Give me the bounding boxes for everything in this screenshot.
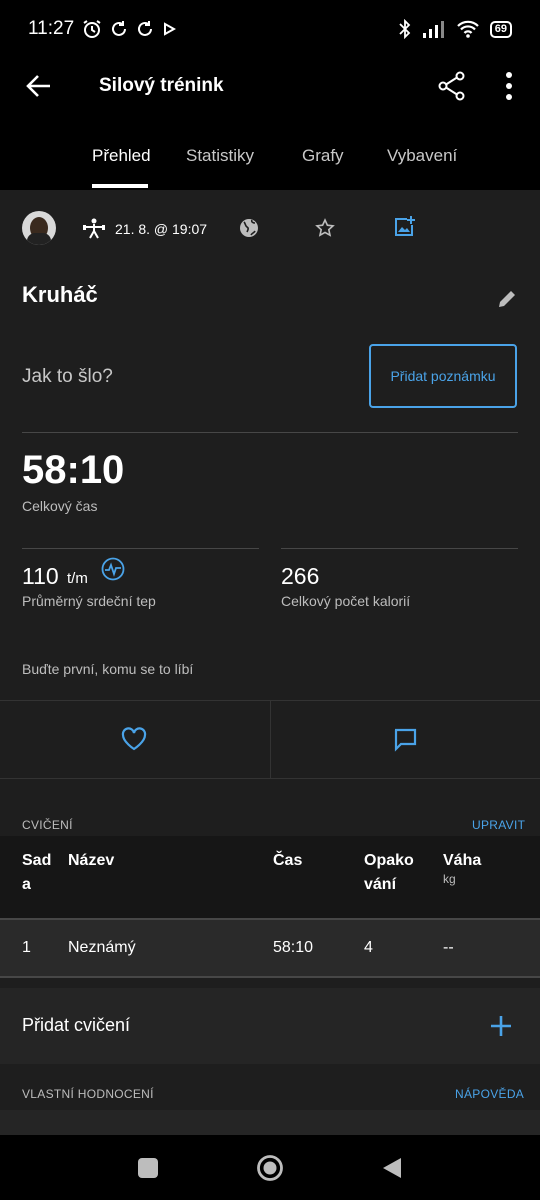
- battery-indicator: 69: [489, 20, 512, 38]
- status-bar: 11:27 69: [0, 0, 540, 58]
- plus-icon[interactable]: [490, 1015, 512, 1037]
- activity-date: 21. 8. @ 19:07: [115, 221, 208, 237]
- tab-bar: Přehled Statistiky Grafy Vybavení: [0, 114, 540, 190]
- comment-button[interactable]: [271, 701, 540, 778]
- total-time-value: 58:10: [22, 448, 125, 492]
- like-prompt: Buďte první, komu se to líbí: [22, 661, 194, 677]
- strength-training-icon: [83, 218, 105, 239]
- overview-content: 21. 8. @ 19:07 Kruháč Jak to šlo? Přidat…: [0, 190, 540, 1135]
- row-time: 58:10: [273, 939, 314, 956]
- tab-grafy[interactable]: Grafy: [302, 146, 344, 166]
- heart-icon: [121, 727, 147, 751]
- sync-icon: [112, 21, 127, 36]
- col-set-line1: Sad: [22, 852, 52, 869]
- add-exercise-label: Přidat cvičení: [22, 1015, 131, 1035]
- share-icon[interactable]: [438, 71, 466, 101]
- like-button[interactable]: [0, 701, 270, 778]
- add-note-button[interactable]: Přidat poznámku: [369, 344, 517, 408]
- globe-icon[interactable]: [239, 218, 259, 238]
- exercises-section-label: CVIČENÍ: [22, 818, 73, 832]
- col-name: Název: [68, 852, 115, 869]
- avg-hr-value: 110: [22, 563, 59, 589]
- divider: [0, 778, 540, 779]
- row-set: 1: [22, 939, 31, 956]
- col-set-line2: a: [22, 876, 31, 893]
- help-link[interactable]: NÁPOVĚDA: [455, 1087, 524, 1101]
- avg-hr-label: Průměrný srdeční tep: [22, 593, 156, 609]
- self-eval-card[interactable]: [0, 1110, 540, 1135]
- page-title: Silový trénink: [99, 75, 224, 96]
- col-reps-line1: Opako: [364, 852, 414, 869]
- add-exercise-row[interactable]: Přidat cvičení: [0, 988, 540, 1064]
- system-nav-bar: [0, 1135, 540, 1200]
- divider: [281, 548, 518, 549]
- avg-hr-unit: t/m: [67, 570, 88, 587]
- total-time-label: Celkový čas: [22, 498, 98, 514]
- tab-vybaveni[interactable]: Vybavení: [387, 146, 457, 166]
- sync-icon-2: [138, 21, 153, 36]
- self-eval-section-label: VLASTNÍ HODNOCENÍ: [22, 1087, 154, 1101]
- tab-statistiky[interactable]: Statistiky: [186, 146, 254, 166]
- comment-icon: [394, 728, 417, 752]
- divider: [22, 432, 518, 433]
- tab-prehled[interactable]: Přehled: [92, 146, 151, 166]
- heart-rate-icon[interactable]: [101, 557, 125, 581]
- recents-icon[interactable]: [138, 1158, 158, 1178]
- exercise-table-header: Sad a Název Čas Opako vání Váha kg: [0, 836, 540, 918]
- active-tab-indicator: [92, 184, 148, 188]
- home-icon[interactable]: [256, 1154, 284, 1182]
- calories-value: 266: [281, 563, 320, 589]
- activity-name: Kruháč: [22, 282, 98, 307]
- divider: [0, 976, 540, 978]
- back-nav-icon[interactable]: [381, 1156, 403, 1180]
- note-prompt: Jak to šlo?: [22, 366, 113, 387]
- row-weight: --: [443, 939, 454, 956]
- col-weight: Váha: [443, 852, 482, 869]
- app-bar: Silový trénink: [0, 58, 540, 114]
- back-arrow-icon[interactable]: [26, 74, 52, 98]
- status-time: 11:27: [28, 18, 75, 39]
- signal-icon: [422, 21, 444, 38]
- divider: [22, 548, 259, 549]
- col-weight-unit: kg: [443, 872, 456, 886]
- wifi-icon: [456, 20, 479, 38]
- play-store-icon: [164, 22, 177, 36]
- row-name: Neznámý: [68, 939, 136, 956]
- add-photo-icon[interactable]: [393, 216, 415, 238]
- edit-pencil-icon[interactable]: [497, 289, 517, 309]
- alarm-icon: [83, 20, 101, 38]
- star-icon[interactable]: [315, 218, 335, 238]
- more-menu-icon[interactable]: [505, 72, 513, 100]
- table-row[interactable]: 1 Neznámý 58:10 4 --: [0, 920, 540, 976]
- calories-label: Celkový počet kalorií: [281, 593, 411, 609]
- col-reps-line2: vání: [364, 876, 397, 893]
- edit-exercises-link[interactable]: UPRAVIT: [472, 818, 525, 832]
- col-time: Čas: [273, 852, 303, 869]
- avatar[interactable]: [22, 211, 56, 245]
- bluetooth-icon: [399, 19, 411, 39]
- row-reps: 4: [364, 939, 373, 956]
